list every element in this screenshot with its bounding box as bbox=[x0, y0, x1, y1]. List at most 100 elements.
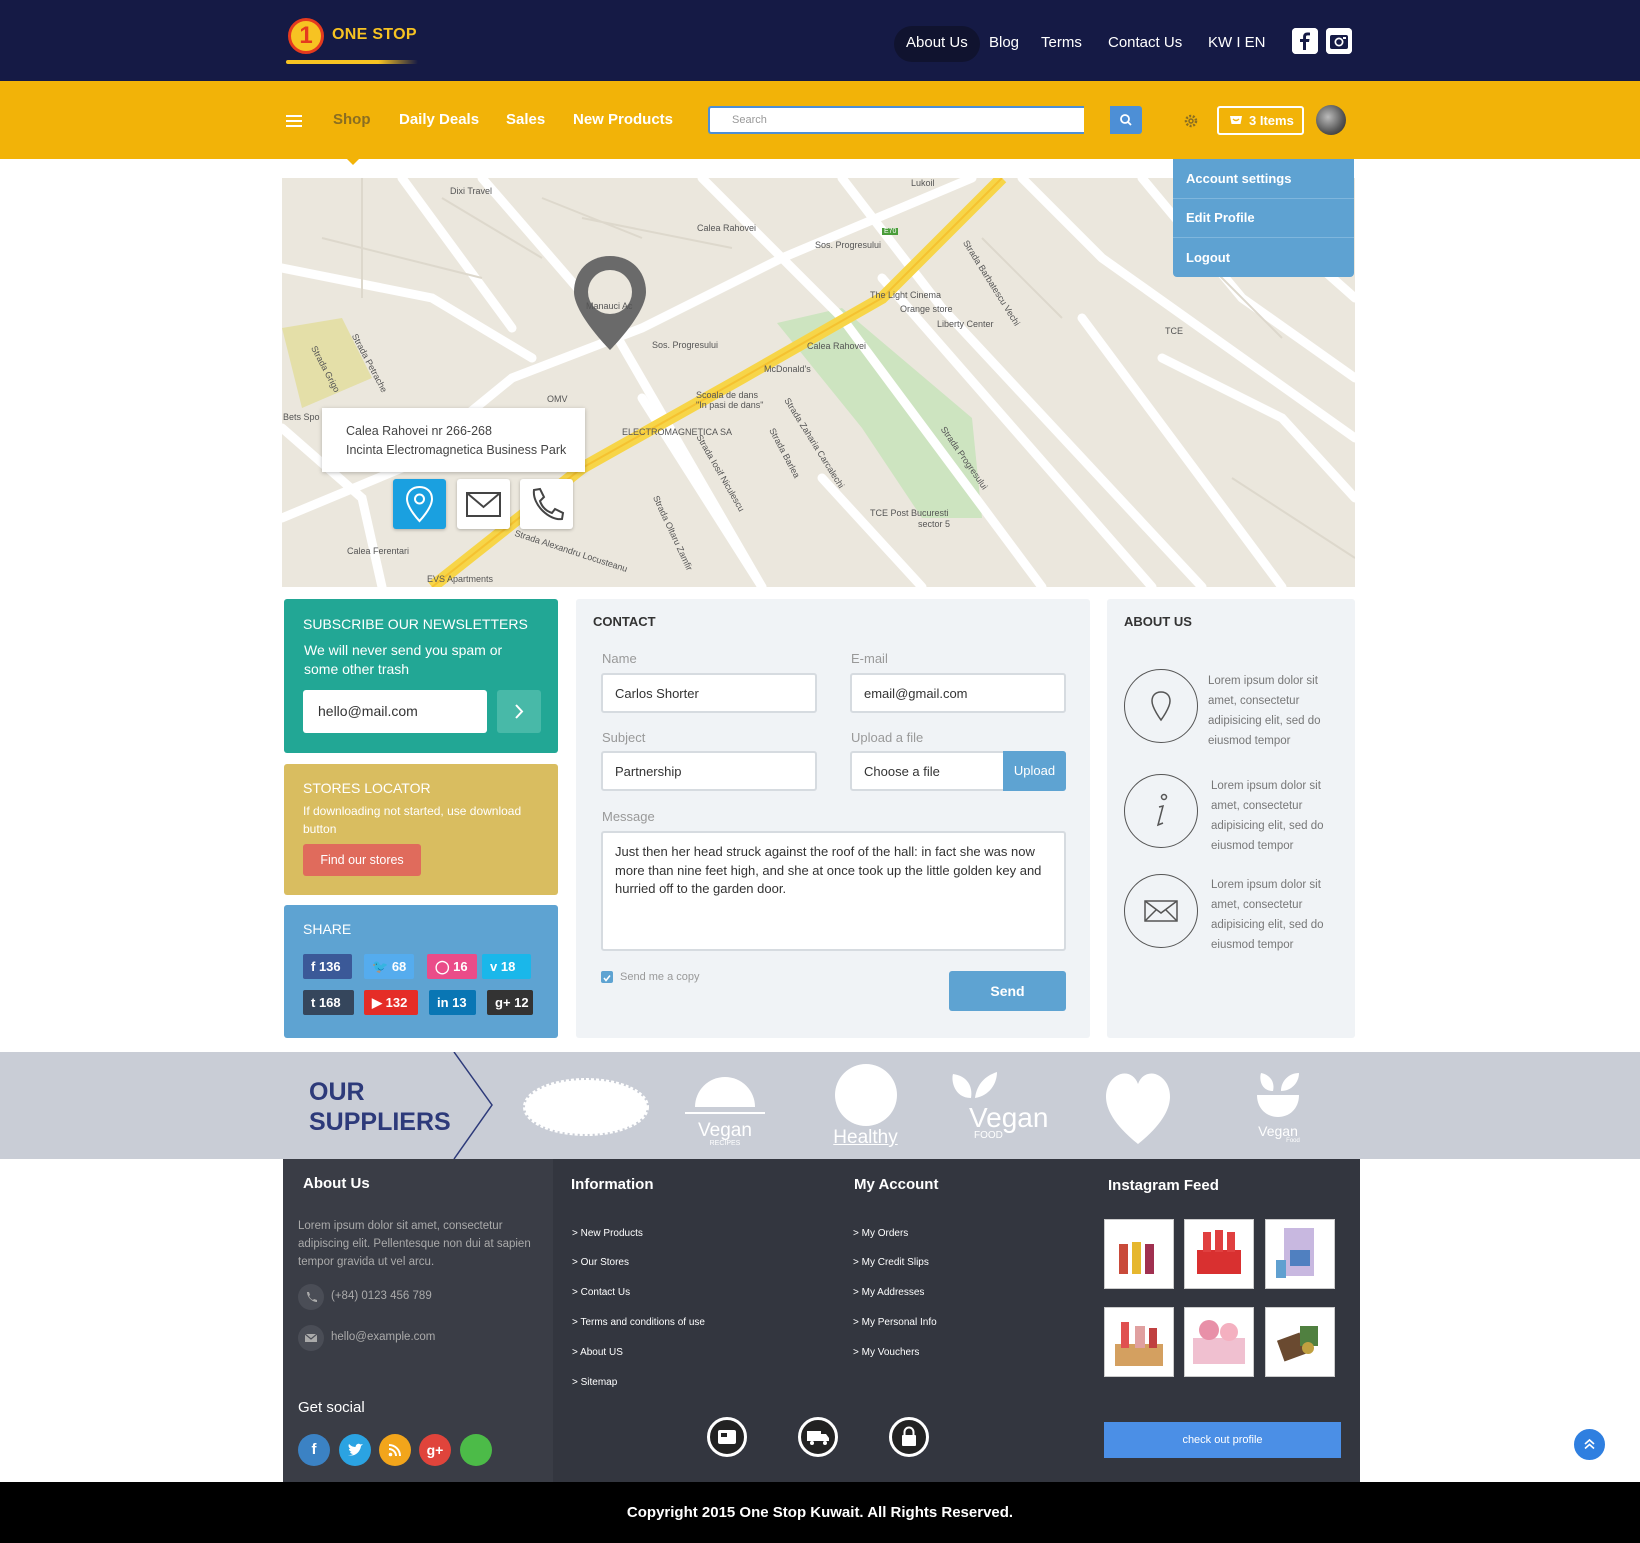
facebook-share-badge[interactable]: f 136 bbox=[303, 954, 352, 979]
top-bar: 1 ONE STOP About Us Blog Terms Contact U… bbox=[0, 0, 1640, 81]
logo[interactable]: 1 ONE STOP bbox=[286, 18, 426, 66]
instagram-icon[interactable] bbox=[1326, 28, 1352, 54]
supplier-healthy-logo[interactable]: Healthy bbox=[828, 1064, 903, 1152]
footer-link[interactable]: > Contact Us bbox=[572, 1287, 630, 1298]
supplier-heart-logo[interactable] bbox=[1103, 1066, 1173, 1146]
googleplus-share-badge[interactable]: g+ 12 bbox=[487, 990, 533, 1015]
send-copy-checkbox[interactable] bbox=[601, 971, 613, 983]
phone-button[interactable] bbox=[520, 479, 573, 529]
nav-sales[interactable]: Sales bbox=[506, 111, 545, 128]
topnav-terms[interactable]: Terms bbox=[1041, 26, 1082, 62]
stores-title: STORES LOCATOR bbox=[303, 780, 431, 796]
map-label: Sos. Progresului bbox=[652, 340, 719, 350]
social-icon[interactable] bbox=[460, 1434, 492, 1466]
get-social-title: Get social bbox=[298, 1399, 365, 1416]
check-out-profile-button[interactable]: check out profile bbox=[1104, 1422, 1341, 1458]
newsletter-submit-button[interactable] bbox=[497, 690, 541, 733]
instagram-photo[interactable] bbox=[1265, 1219, 1335, 1289]
suppliers-title-line: SUPPLIERS bbox=[309, 1108, 451, 1136]
footer-email[interactable]: hello@example.com bbox=[331, 1331, 435, 1343]
supplier-vegan-recipes-logo[interactable]: Vegan RECIPES bbox=[685, 1067, 765, 1149]
contact-title: CONTACT bbox=[593, 614, 656, 629]
footer-link[interactable]: > Our Stores bbox=[572, 1257, 629, 1268]
search-button[interactable] bbox=[1110, 106, 1142, 134]
dribbble-icon: ◯ bbox=[435, 959, 454, 974]
mail-icon bbox=[1124, 874, 1198, 948]
supplier-name: Vegan bbox=[698, 1120, 752, 1141]
name-field[interactable]: Carlos Shorter bbox=[601, 673, 817, 713]
youtube-share-badge[interactable]: ▶ 132 bbox=[364, 990, 418, 1015]
linkedin-share-badge[interactable]: in 13 bbox=[429, 990, 476, 1015]
twitter-share-badge[interactable]: 🐦 68 bbox=[364, 954, 414, 979]
map-label: McDonald's bbox=[764, 364, 811, 374]
about-text: Lorem ipsum dolor sit amet, consectetur … bbox=[1208, 675, 1321, 747]
footer-link[interactable]: > Terms and conditions of use bbox=[572, 1317, 705, 1328]
footer-link[interactable]: > New Products bbox=[572, 1228, 643, 1239]
gear-icon[interactable] bbox=[1183, 113, 1199, 129]
topnav-blog[interactable]: Blog bbox=[989, 26, 1019, 62]
subject-field[interactable]: Partnership bbox=[601, 751, 817, 791]
nav-new-products[interactable]: New Products bbox=[573, 111, 673, 128]
rss-social-icon[interactable] bbox=[379, 1434, 411, 1466]
footer-link[interactable]: > My Orders bbox=[853, 1228, 908, 1239]
cart-button[interactable]: 3 Items bbox=[1217, 106, 1304, 135]
supplier-vegan-bowl-logo[interactable]: Vegan Food bbox=[1248, 1069, 1308, 1153]
find-stores-button[interactable]: Find our stores bbox=[303, 844, 421, 876]
name-label: Name bbox=[602, 651, 637, 666]
footer-link[interactable]: > My Addresses bbox=[853, 1287, 924, 1298]
location-pin-icon bbox=[405, 485, 434, 523]
phone-icon bbox=[298, 1284, 324, 1310]
instagram-photo[interactable] bbox=[1265, 1307, 1335, 1377]
googleplus-social-icon[interactable]: g+ bbox=[419, 1434, 451, 1466]
scroll-to-top-button[interactable] bbox=[1572, 1427, 1607, 1462]
footer-link[interactable]: > My Vouchers bbox=[853, 1347, 919, 1358]
menu-logout[interactable]: Logout bbox=[1186, 250, 1230, 265]
active-nav-pointer bbox=[345, 157, 361, 165]
map-label: TCE Post Bucuresti bbox=[870, 508, 949, 518]
upload-button[interactable]: Upload bbox=[1003, 751, 1066, 791]
menu-account-settings[interactable]: Account settings bbox=[1186, 171, 1291, 186]
instagram-photo[interactable] bbox=[1104, 1219, 1174, 1289]
search-input[interactable]: Search bbox=[708, 106, 1084, 134]
map-label: The Light Cinema bbox=[870, 290, 942, 300]
facebook-social-icon[interactable]: f bbox=[298, 1434, 330, 1466]
supplier-vegan-food-logo[interactable]: Vegan FOOD bbox=[949, 1070, 1049, 1152]
hamburger-icon[interactable] bbox=[286, 115, 302, 127]
instagram-photo[interactable] bbox=[1104, 1307, 1174, 1377]
message-label: Message bbox=[602, 809, 655, 824]
footer-link[interactable]: > My Credit Slips bbox=[853, 1257, 929, 1268]
vimeo-share-badge[interactable]: v 18 bbox=[482, 954, 531, 979]
footer-information-title: Information bbox=[571, 1176, 654, 1193]
twitter-social-icon[interactable] bbox=[339, 1434, 371, 1466]
language-switch[interactable]: KW I EN bbox=[1208, 26, 1266, 62]
send-button[interactable]: Send bbox=[949, 971, 1066, 1011]
footer-link[interactable]: > About US bbox=[572, 1347, 623, 1358]
stores-locator-panel: STORES LOCATOR If downloading not starte… bbox=[284, 764, 558, 895]
facebook-icon[interactable] bbox=[1292, 28, 1318, 54]
nav-shop[interactable]: Shop bbox=[333, 111, 371, 128]
subject-label: Subject bbox=[602, 730, 646, 745]
about-panel: ABOUT US Lorem ipsum dolor sit amet, con… bbox=[1107, 599, 1355, 1038]
instagram-photo[interactable] bbox=[1184, 1219, 1254, 1289]
footer-link[interactable]: > My Personal Info bbox=[853, 1317, 937, 1328]
menu-divider bbox=[1173, 198, 1354, 199]
menu-edit-profile[interactable]: Edit Profile bbox=[1186, 210, 1255, 225]
topnav-about-us[interactable]: About Us bbox=[894, 26, 980, 62]
location-button[interactable] bbox=[393, 479, 446, 529]
tumblr-share-badge[interactable]: t 168 bbox=[303, 990, 354, 1015]
email-button[interactable] bbox=[457, 479, 510, 529]
newsletter-email-input[interactable]: hello@mail.com bbox=[303, 690, 487, 733]
map-label: EVS Apartments bbox=[427, 574, 494, 584]
supplier-badge-logo[interactable] bbox=[523, 1078, 650, 1136]
message-textarea[interactable]: Just then her head struck against the ro… bbox=[601, 831, 1066, 951]
cart-label: 3 Items bbox=[1249, 113, 1294, 128]
avatar[interactable] bbox=[1316, 105, 1346, 135]
topnav-contact-us[interactable]: Contact Us bbox=[1108, 26, 1182, 62]
email-field[interactable]: email@gmail.com bbox=[850, 673, 1066, 713]
check-icon bbox=[603, 975, 611, 982]
nav-daily-deals[interactable]: Daily Deals bbox=[399, 111, 479, 128]
instagram-photo[interactable] bbox=[1184, 1307, 1254, 1377]
dribbble-share-badge[interactable]: ◯ 16 bbox=[427, 954, 477, 979]
map-label: Liberty Center bbox=[937, 319, 994, 329]
footer-link[interactable]: > Sitemap bbox=[572, 1377, 617, 1388]
